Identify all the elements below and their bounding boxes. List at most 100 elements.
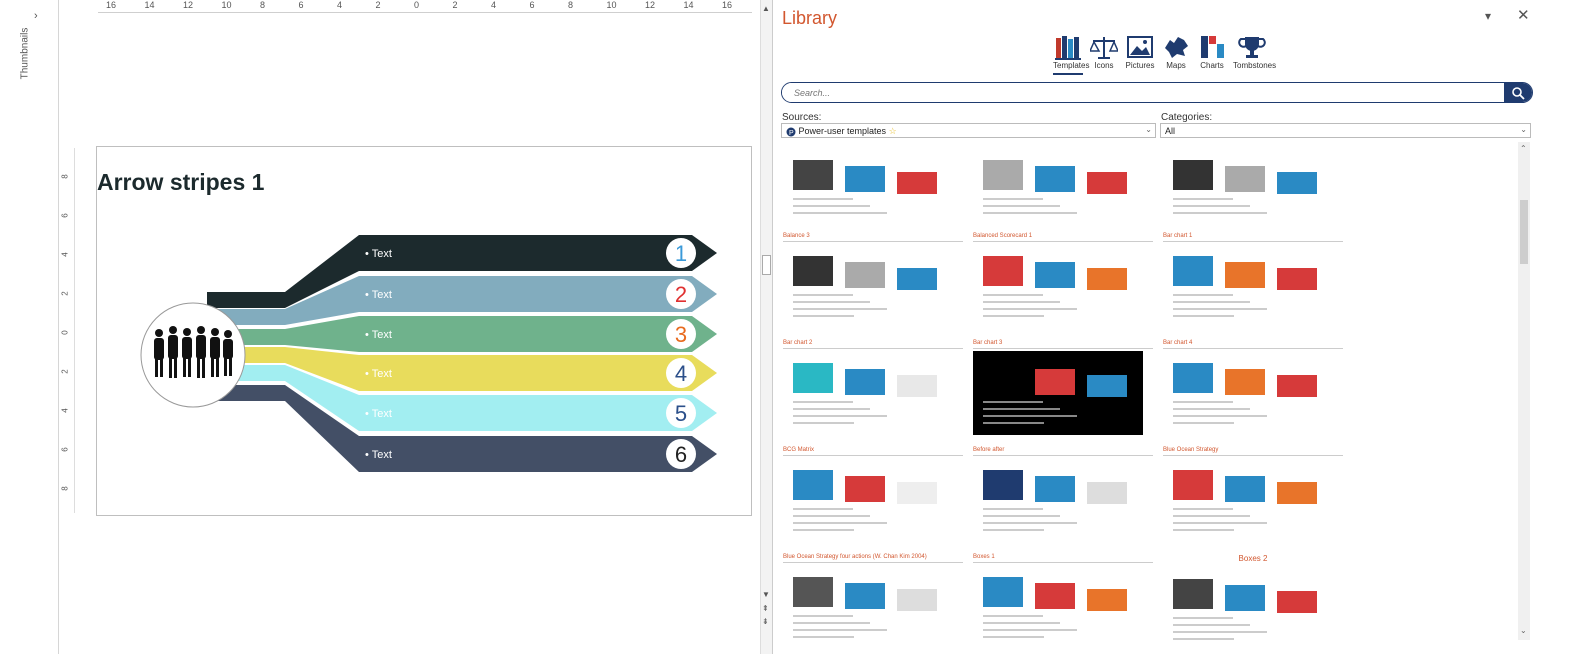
template-title: Boxes 2 [1238, 554, 1268, 563]
scrollbar-thumb[interactable] [762, 255, 771, 275]
arrow-stripe[interactable] [359, 355, 717, 391]
search-icon [1512, 86, 1525, 100]
ruler-tick-label: 2 [60, 291, 70, 296]
template-preview [1163, 148, 1333, 221]
template-title: Balance 3 [783, 233, 963, 242]
library-pane: Library ▾ ✕ Templates Icons Pictures Map… [772, 0, 1587, 654]
template-preview [973, 244, 1143, 328]
stripe-number: 1 [675, 241, 687, 266]
template-thumbnail[interactable]: Bar chart 3 [973, 340, 1153, 440]
template-title: Blue Ocean Strategy [1163, 447, 1343, 456]
sources-select[interactable]: P Power-user templates ☆ ⌄ [781, 123, 1156, 138]
template-thumbnail[interactable]: Balance 3 [783, 233, 963, 333]
pane-options-icon[interactable]: ▾ [1485, 9, 1491, 23]
previous-slide-icon[interactable]: ⇞ [762, 604, 769, 613]
categories-value: All [1165, 126, 1176, 136]
template-preview [783, 148, 953, 221]
tab-label-maps: Maps [1166, 61, 1186, 70]
stripe-number: 2 [675, 282, 687, 307]
ruler-tick-label: 4 [60, 252, 70, 257]
scroll-up-icon[interactable]: ⌃ [1520, 144, 1527, 153]
gallery-scrollbar[interactable]: ⌃ ⌄ [1518, 142, 1530, 640]
sources-label: Sources: [782, 112, 822, 123]
chart-icon [1197, 33, 1227, 61]
ruler-tick-label: 10 [606, 0, 617, 10]
template-preview [1163, 351, 1333, 435]
search-button[interactable] [1504, 83, 1532, 102]
template-thumbnail[interactable]: Before after [973, 447, 1153, 547]
scales-icon [1089, 33, 1119, 61]
tab-maps[interactable]: Maps [1161, 33, 1191, 75]
ruler-tick-label: 2 [60, 369, 70, 374]
ruler-tick-label: 8 [568, 0, 574, 10]
tab-templates[interactable]: Templates [1053, 33, 1090, 75]
thumbnails-pane[interactable]: › Thumbnails [0, 0, 59, 654]
template-thumbnail[interactable] [783, 142, 963, 222]
template-preview [1163, 567, 1333, 640]
stripe-text[interactable]: • Text [365, 248, 392, 260]
categories-label: Categories: [1161, 112, 1213, 123]
template-preview [1163, 458, 1333, 542]
tab-pictures[interactable]: Pictures [1125, 33, 1155, 75]
search-input[interactable] [782, 83, 1502, 102]
tab-label-templates: Templates [1053, 61, 1090, 70]
scroll-down-icon[interactable]: ▼ [762, 590, 770, 599]
template-thumbnail[interactable]: Boxes 1 [973, 554, 1153, 640]
template-preview [1163, 244, 1333, 328]
arrow-stripe[interactable] [359, 276, 717, 312]
template-thumbnail[interactable]: Boxes 2 [1163, 554, 1343, 640]
tab-icons[interactable]: Icons [1089, 33, 1119, 75]
next-slide-icon[interactable]: ⇟ [762, 617, 769, 626]
stripe-text[interactable]: • Text [365, 368, 392, 380]
scroll-up-icon[interactable]: ▲ [762, 4, 770, 13]
ruler-tick-label: 10 [221, 0, 232, 10]
slide-canvas[interactable]: Arrow stripes 1 • Text 1 • Text 2 • Text 3 • T… [96, 146, 752, 516]
scrollbar-thumb[interactable] [1520, 200, 1528, 264]
horizontal-ruler: 16 14 12 10 8 6 4 2 0 2 4 6 8 10 12 14 16 [98, 0, 752, 13]
star-icon: ☆ [888, 126, 897, 136]
template-title: Blue Ocean Strategy four actions (W. Cha… [783, 554, 963, 563]
expand-thumbnails-icon[interactable]: › [34, 10, 38, 22]
svg-text:P: P [789, 130, 794, 137]
stripe-text[interactable]: • Text [365, 408, 392, 420]
chevron-down-icon: ⌄ [1145, 125, 1152, 134]
categories-select[interactable]: All ⌄ [1160, 123, 1531, 138]
stripe-number: 5 [675, 401, 687, 426]
tab-label-pictures: Pictures [1125, 61, 1155, 70]
arrow-stripe[interactable] [359, 316, 717, 352]
ruler-tick-label: 12 [183, 0, 194, 10]
arrow-stripes-graphic[interactable]: • Text 1 • Text 2 • Text 3 • Text 4 • Text 5 • Tex… [97, 147, 753, 517]
arrow-stripe[interactable] [359, 436, 717, 472]
template-preview [973, 351, 1143, 435]
ruler-tick-label: 14 [144, 0, 155, 10]
template-thumbnail[interactable]: Bar chart 4 [1163, 340, 1343, 440]
ruler-tick-label: 8 [60, 174, 70, 179]
arrow-stripe[interactable] [359, 395, 717, 431]
template-thumbnail[interactable]: BCG Matrix [783, 447, 963, 547]
template-thumbnail[interactable]: Bar chart 1 [1163, 233, 1343, 333]
arrow-stripe[interactable] [359, 235, 717, 271]
thumbnails-label: Thumbnails [19, 27, 31, 80]
tab-charts[interactable]: Charts [1197, 33, 1227, 75]
template-thumbnail[interactable]: Blue Ocean Strategy four actions (W. Cha… [783, 554, 963, 640]
stripe-text[interactable]: • Text [365, 289, 392, 301]
ruler-tick-label: 6 [298, 0, 304, 10]
template-thumbnail[interactable] [1163, 142, 1343, 222]
stripe-text[interactable]: • Text [365, 449, 392, 461]
close-pane-icon[interactable]: ✕ [1517, 6, 1530, 24]
template-thumbnail[interactable]: Blue Ocean Strategy [1163, 447, 1343, 547]
template-title: Bar chart 1 [1163, 233, 1343, 242]
ruler-tick-label: 4 [337, 0, 343, 10]
tab-label-icons: Icons [1094, 61, 1114, 70]
scroll-down-icon[interactable]: ⌄ [1520, 626, 1527, 635]
template-thumbnail[interactable] [973, 142, 1153, 222]
tab-tombstones[interactable]: Tombstones [1233, 33, 1276, 75]
editor-vertical-scrollbar[interactable]: ▲ ▼ ⇞ ⇟ [760, 0, 772, 654]
template-thumbnail[interactable]: Bar chart 2 [783, 340, 963, 440]
stripe-text[interactable]: • Text [365, 329, 392, 341]
trophy-icon [1233, 33, 1271, 61]
template-title: Bar chart 2 [783, 340, 963, 349]
template-thumbnail[interactable]: Balanced Scorecard 1 [973, 233, 1153, 333]
stripe-number: 4 [675, 361, 687, 386]
template-title: Before after [973, 447, 1153, 456]
